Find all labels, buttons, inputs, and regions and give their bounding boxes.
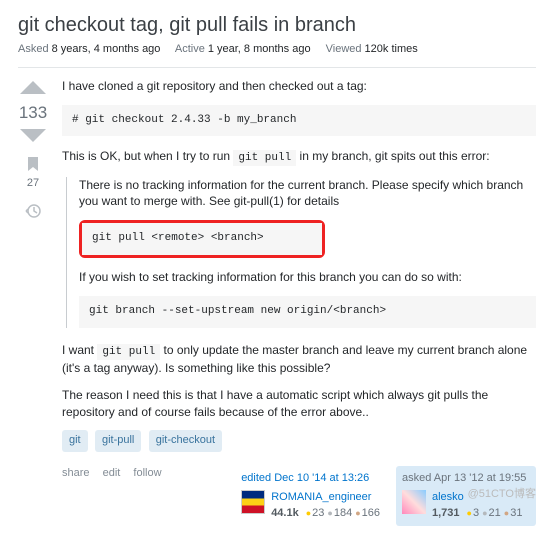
text: This is OK, but when I try to run [62,149,233,163]
asked-time: asked Apr 13 '12 at 19:55 [402,471,530,486]
upvote-button[interactable] [18,78,48,99]
vote-column: 133 27 [18,78,48,526]
tag-git[interactable]: git [62,430,88,451]
vote-score: 133 [19,103,47,123]
viewed-value: 120k times [365,43,418,55]
share-link[interactable]: share [62,467,90,479]
editor-name[interactable]: ROMANIA_engineer [271,490,380,505]
gold-count: 23 [312,507,324,519]
gold-count: 3 [473,507,479,519]
bookmark-count: 27 [27,177,39,189]
paragraph: I have cloned a git repository and then … [62,78,536,95]
paragraph: The reason I need this is that I have a … [62,387,536,421]
editor-avatar[interactable] [241,490,265,514]
active-label: Active [175,43,205,55]
bronze-count: 31 [510,507,522,519]
silver-count: 184 [334,507,352,519]
question-title: git checkout tag, git pull fails in bran… [18,14,536,37]
asker-stats: 1,731 3 21 31 [432,506,522,521]
error-quote: There is no tracking information for the… [66,177,536,328]
question-meta: Asked8 years, 4 months ago Active1 year,… [18,43,536,55]
inline-code: git pull [97,344,160,360]
silver-count: 21 [489,507,501,519]
paragraph: I want git pull to only update the maste… [62,342,536,377]
code-block: git pull <remote> <branch> [82,223,322,254]
text: I want [62,343,97,357]
tags: git git-pull git-checkout [62,430,536,451]
quote-text: There is no tracking information for the… [79,177,536,211]
history-button[interactable] [25,203,41,222]
divider [18,67,536,68]
question-body: I have cloned a git repository and then … [62,78,536,526]
highlighted-command: git pull <remote> <branch> [79,220,325,257]
editor-stats: 44.1k 23 184 166 [271,506,380,521]
rep: 44.1k [271,507,299,519]
paragraph: This is OK, but when I try to run git pu… [62,148,536,166]
text: in my branch, git spits out this error: [296,149,489,163]
viewed-label: Viewed [326,43,362,55]
bronze-count: 166 [362,507,380,519]
code-block: # git checkout 2.4.33 -b my_branch [62,105,536,136]
edit-link[interactable]: edit [103,467,121,479]
asked-value: 8 years, 4 months ago [52,43,161,55]
downvote-button[interactable] [18,127,48,148]
rep: 1,731 [432,507,460,519]
watermark: @51CTO博客 [468,485,536,501]
asked-label: Asked [18,43,49,55]
follow-link[interactable]: follow [133,467,161,479]
edited-time[interactable]: edited Dec 10 '14 at 13:26 [241,471,380,486]
post-actions: share edit follow [62,466,172,481]
tag-git-checkout[interactable]: git-checkout [149,430,222,451]
code-block: git branch --set-upstream new origin/<br… [79,296,536,327]
quote-text: If you wish to set tracking information … [79,269,536,286]
active-value: 1 year, 8 months ago [208,43,311,55]
editor-card: edited Dec 10 '14 at 13:26 ROMANIA_engin… [235,466,386,526]
bookmark-button[interactable] [26,156,40,175]
asker-avatar[interactable] [402,490,426,514]
inline-code: git pull [233,150,296,166]
tag-git-pull[interactable]: git-pull [95,430,141,451]
